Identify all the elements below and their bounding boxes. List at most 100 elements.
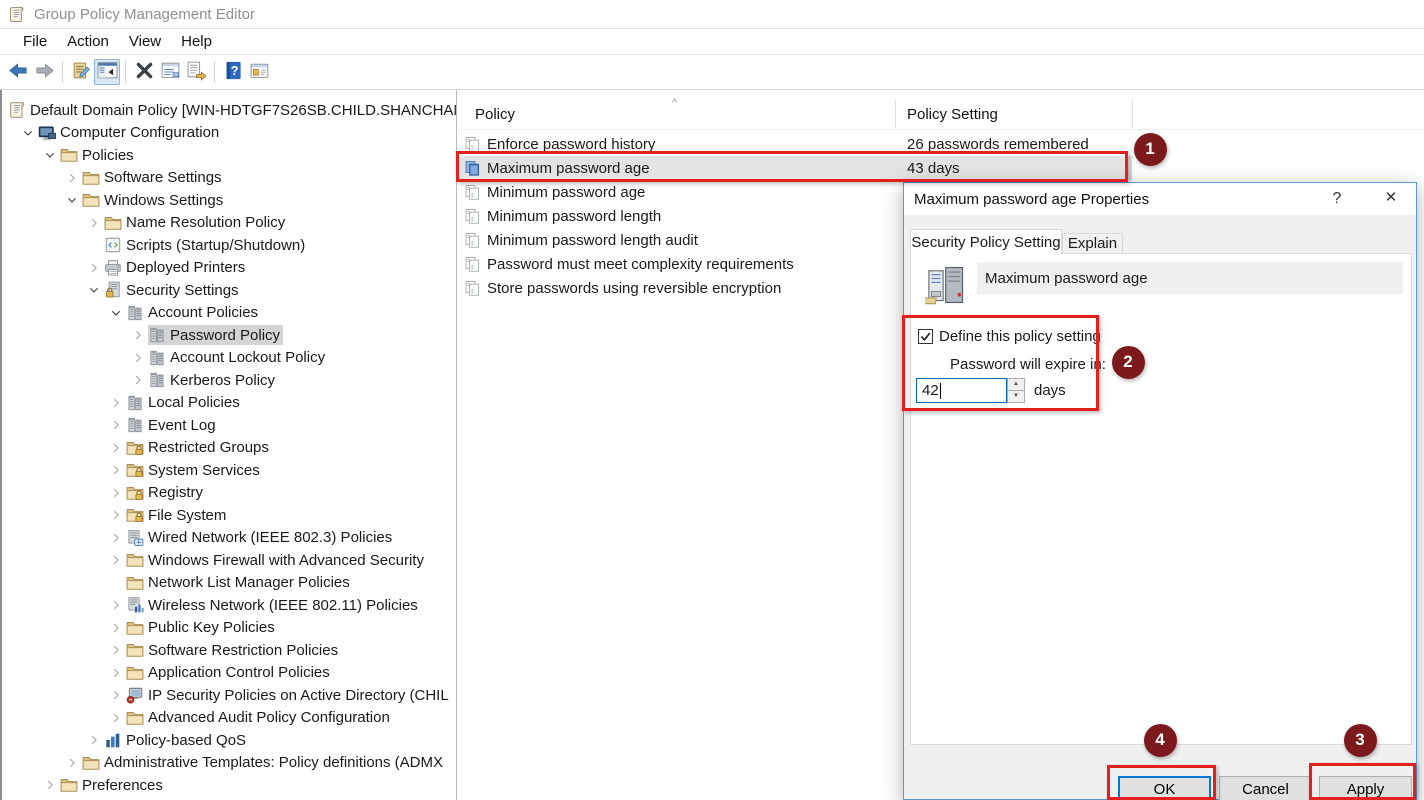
tree-item[interactable]: Scripts (Startup/Shutdown) xyxy=(2,234,456,257)
tree-node[interactable]: Security Settings xyxy=(104,280,242,300)
tree-node[interactable]: Public Key Policies xyxy=(126,618,278,638)
chevron-right-icon[interactable] xyxy=(108,665,124,681)
chevron-right-icon[interactable] xyxy=(64,170,80,186)
column-separator[interactable] xyxy=(895,100,896,128)
tree-item[interactable]: Administrative Templates: Policy definit… xyxy=(2,752,456,775)
chevron-down-icon[interactable] xyxy=(108,305,124,321)
tree-node[interactable]: File System xyxy=(126,505,229,525)
chevron-down-icon[interactable] xyxy=(64,192,80,208)
tree-item[interactable]: Preferences xyxy=(2,774,456,797)
menu-action[interactable]: Action xyxy=(57,33,119,50)
tree-item[interactable]: Software Restriction Policies xyxy=(2,639,456,662)
chevron-right-icon[interactable] xyxy=(108,710,124,726)
chevron-right-icon[interactable] xyxy=(130,350,146,366)
tree-node[interactable]: Advanced Audit Policy Configuration xyxy=(126,708,393,728)
window-titlebar[interactable]: Group Policy Management Editor xyxy=(0,0,1424,28)
tree-item[interactable]: Kerberos Policy xyxy=(2,369,456,392)
chevron-right-icon[interactable] xyxy=(108,417,124,433)
chevron-down-icon[interactable] xyxy=(42,147,58,163)
chevron-right-icon[interactable] xyxy=(108,530,124,546)
chevron-right-icon[interactable] xyxy=(130,327,146,343)
tree-item[interactable]: Application Control Policies xyxy=(2,662,456,685)
tree-item[interactable]: Windows Settings xyxy=(2,189,456,212)
tree-item[interactable]: Security Settings xyxy=(2,279,456,302)
chevron-right-icon[interactable] xyxy=(108,440,124,456)
tree-node[interactable]: Windows Firewall with Advanced Security xyxy=(126,550,427,570)
tree-node[interactable]: Scripts (Startup/Shutdown) xyxy=(104,235,308,255)
tree-item[interactable]: Name Resolution Policy xyxy=(2,212,456,235)
help-button[interactable]: ? xyxy=(220,59,246,85)
tree-node[interactable]: Administrative Templates: Policy definit… xyxy=(82,753,446,773)
tab-security-policy-setting[interactable]: Security Policy Setting xyxy=(910,229,1062,254)
forward-button[interactable] xyxy=(31,59,57,85)
tree-item[interactable]: Computer Configuration xyxy=(2,122,456,145)
tree-node[interactable]: Policy-based QoS xyxy=(104,730,249,750)
tree-node[interactable]: Account Policies xyxy=(126,303,261,323)
tree-node[interactable]: Name Resolution Policy xyxy=(104,213,288,233)
tree-item[interactable]: IP Security Policies on Active Directory… xyxy=(2,684,456,707)
tree-item[interactable]: Account Lockout Policy xyxy=(2,347,456,370)
tree-item[interactable]: Windows Firewall with Advanced Security xyxy=(2,549,456,572)
tree-item[interactable]: Public Key Policies xyxy=(2,617,456,640)
tree-item[interactable]: Registry xyxy=(2,482,456,505)
back-button[interactable] xyxy=(5,59,31,85)
tree-node[interactable]: Event Log xyxy=(126,415,219,435)
chevron-right-icon[interactable] xyxy=(86,732,102,748)
dialog-titlebar[interactable]: Maximum password age Properties ? ✕ xyxy=(904,183,1416,215)
tree-item[interactable]: Policies xyxy=(2,144,456,167)
tree-node[interactable]: Network List Manager Policies xyxy=(126,573,353,593)
tree-node[interactable]: Local Policies xyxy=(126,393,243,413)
tree-node[interactable]: Windows Settings xyxy=(82,190,226,210)
menu-help[interactable]: Help xyxy=(171,33,222,50)
dialog-close-button[interactable]: ✕ xyxy=(1370,183,1412,215)
edit-note-button[interactable] xyxy=(68,59,94,85)
chevron-down-icon[interactable] xyxy=(20,125,36,141)
chevron-right-icon[interactable] xyxy=(86,260,102,276)
tree-node[interactable]: Wireless Network (IEEE 802.11) Policies xyxy=(126,595,421,615)
tree-node[interactable]: Application Control Policies xyxy=(126,663,333,683)
tree-item[interactable]: Policy-based QoS xyxy=(2,729,456,752)
dialog-help-button[interactable]: ? xyxy=(1322,183,1352,215)
tree-item[interactable]: Advanced Audit Policy Configuration xyxy=(2,707,456,730)
properties-button[interactable] xyxy=(157,59,183,85)
tree-node[interactable]: Software Restriction Policies xyxy=(126,640,341,660)
column-header-policy-setting[interactable]: Policy Setting xyxy=(907,98,998,130)
chevron-right-icon[interactable] xyxy=(108,687,124,703)
tree-item[interactable]: Wireless Network (IEEE 802.11) Policies xyxy=(2,594,456,617)
tree-item[interactable]: Account Policies xyxy=(2,302,456,325)
tree-node[interactable]: Policies xyxy=(60,145,137,165)
tree-node[interactable]: Computer Configuration xyxy=(38,123,222,143)
tree-item[interactable]: Network List Manager Policies xyxy=(2,572,456,595)
chevron-right-icon[interactable] xyxy=(108,642,124,658)
tree-item[interactable]: System Services xyxy=(2,459,456,482)
chevron-right-icon[interactable] xyxy=(108,620,124,636)
new-window-button[interactable] xyxy=(246,59,272,85)
chevron-right-icon[interactable] xyxy=(86,215,102,231)
menu-view[interactable]: View xyxy=(119,33,171,50)
chevron-right-icon[interactable] xyxy=(108,462,124,478)
delete-button[interactable] xyxy=(131,59,157,85)
chevron-right-icon[interactable] xyxy=(108,395,124,411)
chevron-right-icon[interactable] xyxy=(42,777,58,793)
column-header-policy[interactable]: Policy xyxy=(475,98,515,130)
tree-node[interactable]: Deployed Printers xyxy=(104,258,248,278)
tree-node[interactable]: Preferences xyxy=(60,775,166,795)
chevron-down-icon[interactable] xyxy=(86,282,102,298)
tree-node[interactable]: Restricted Groups xyxy=(126,438,272,458)
tree-node[interactable]: Password Policy xyxy=(148,325,283,345)
console-tree-toggle[interactable] xyxy=(94,59,120,85)
tree-item[interactable]: Password Policy xyxy=(2,324,456,347)
chevron-right-icon[interactable] xyxy=(130,372,146,388)
tree-node[interactable]: System Services xyxy=(126,460,263,480)
chevron-right-icon[interactable] xyxy=(108,597,124,613)
tree-item[interactable]: Software Settings xyxy=(2,167,456,190)
tab-explain[interactable]: Explain xyxy=(1062,233,1123,253)
chevron-right-icon[interactable] xyxy=(108,485,124,501)
tree-node[interactable]: Wired Network (IEEE 802.3) Policies xyxy=(126,528,395,548)
tree-item[interactable]: Local Policies xyxy=(2,392,456,415)
cancel-button[interactable]: Cancel xyxy=(1219,776,1312,800)
chevron-right-icon[interactable] xyxy=(108,552,124,568)
tree-node[interactable]: Software Settings xyxy=(82,168,225,188)
tree-node[interactable]: Kerberos Policy xyxy=(148,370,278,390)
export-list-button[interactable] xyxy=(183,59,209,85)
